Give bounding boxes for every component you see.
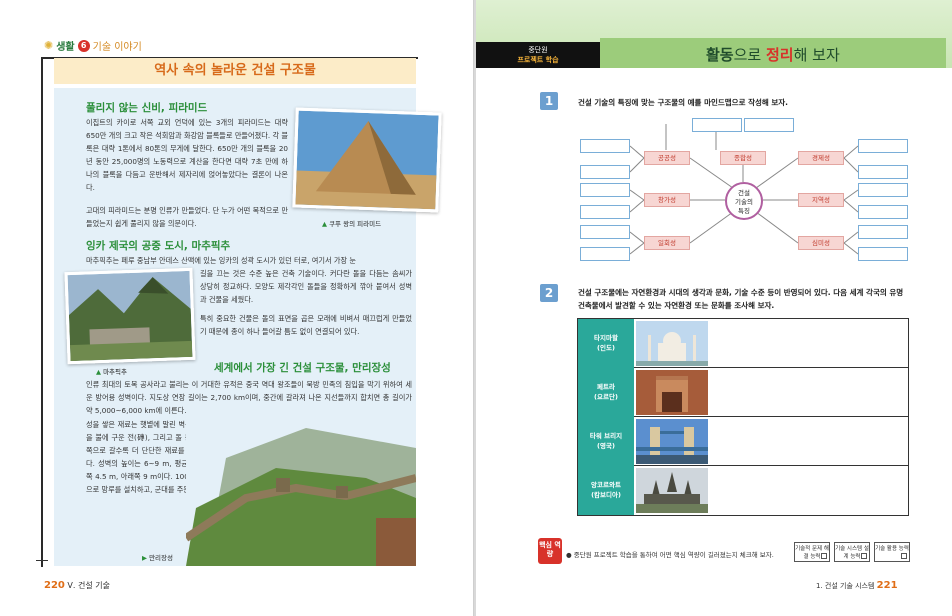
mindmap-blank[interactable] <box>858 183 908 197</box>
node-comprehensive: 종합성 <box>720 151 766 165</box>
sun-icon: ✺ <box>44 39 54 52</box>
node-aesthetic: 심미성 <box>798 236 844 250</box>
left-margin-rule <box>41 57 43 567</box>
mindmap-blank[interactable] <box>858 247 908 261</box>
section-text-wall-1: 인류 최대의 토목 공사라고 불리는 이 거대한 유적은 중국 역대 왕조들이 … <box>86 380 412 415</box>
landmark-label: 타지마할 (인도) <box>578 319 634 368</box>
node-regional: 지역성 <box>798 193 844 207</box>
landmark-label: 페트라 (요르단) <box>578 368 634 417</box>
node-economic: 경제성 <box>798 151 844 165</box>
question-2-text: 건설 구조물에는 자연환경과 시대의 생각과 문화, 기술 수준 등이 반영되어… <box>578 288 904 310</box>
article-title: 역사 속의 놀라운 건설 구조물 <box>54 58 416 84</box>
mindmap-blank[interactable] <box>580 247 630 261</box>
machu-picchu-photo <box>64 267 196 365</box>
right-footer: 1. 건설 기술 시스템 221 <box>816 580 898 591</box>
taj-mahal-photo <box>636 321 708 366</box>
node-creative: 창가성 <box>644 193 690 207</box>
brand-prefix: 생활 <box>56 42 75 53</box>
great-wall-photo <box>186 418 416 566</box>
section-text-machu-1: 마추픽추는 페루 중남부 안데스 산맥에 있는 잉카의 성곽 도시가 있던 터로… <box>86 256 357 265</box>
section-text-machu-2: 길을 끄는 것은 수준 높은 건축 기술이다. 커다란 돌을 다듬는 솜씨가 상… <box>200 269 412 304</box>
footer-chapter-left: Ⅴ. 건설 기술 <box>67 581 110 590</box>
section-title-pyramid: 풀리지 않는 신비, 피라미드 <box>86 102 208 114</box>
checkbox-system-design[interactable]: 기술 시스템 설계 능력 <box>834 542 870 562</box>
petra-photo <box>636 370 708 415</box>
mindmap-blank[interactable] <box>858 165 908 179</box>
checkbox-tech-problem-solving[interactable]: 기술적 문제 해결 능력 <box>794 542 830 562</box>
table-row: 타지마할 (인도) <box>578 319 908 368</box>
right-page: 중단원 프로젝트 학습 활동으로 정리해 보자 1 건설 기술의 특징에 맞는 … <box>476 0 952 616</box>
mindmap-blank[interactable] <box>580 165 630 179</box>
brand-suffix: 기술 이야기 <box>92 42 142 53</box>
great-wall-caption: ▶ 만리장성 <box>142 554 173 562</box>
mindmap-blank[interactable] <box>580 183 630 197</box>
pyramid-caption: ▲ 쿠푸 왕의 피라미드 <box>322 220 382 228</box>
left-page: ✺ 생활 6 기술 이야기 역사 속의 놀라운 건설 구조물 풀리지 않는 신비… <box>0 0 474 616</box>
page-number-left: 220 <box>44 580 65 591</box>
core-competency-text: ● 중단원 프로젝트 학습을 통하여 어떤 핵심 역량이 길러졌는지 체크해 보… <box>566 551 774 559</box>
landmark-label: 타워 브리지 (영국) <box>578 417 634 466</box>
mindmap-blank[interactable] <box>580 225 630 239</box>
textbook-spread: ✺ 생활 6 기술 이야기 역사 속의 놀라운 건설 구조물 풀리지 않는 신비… <box>0 0 952 616</box>
left-footer: 220 Ⅴ. 건설 기술 <box>44 580 110 591</box>
machu-caption: ▲ 마추픽추 <box>96 368 127 376</box>
corner-mark <box>36 560 48 561</box>
section-text-machu-3: 특히 중요한 건물은 돌의 표면을 곱은 모래에 비벼서 매끄럽게 만들었기 때… <box>200 314 412 336</box>
table-row: 앙코르와트 (캄보디아) <box>578 466 908 515</box>
node-public: 공공성 <box>644 151 690 165</box>
landmarks-table: 타지마할 (인도) 페트라 (요르단) 타워 브리지 (영국) 앙코르와트 (캄보디아) <box>577 318 909 516</box>
pyramid-photo <box>292 107 442 213</box>
mindmap-blank[interactable] <box>692 118 742 132</box>
mindmap-blank[interactable] <box>580 205 630 219</box>
table-row: 페트라 (요르단) <box>578 368 908 417</box>
checkbox-tech-use[interactable]: 기술 활용 능력 <box>874 542 910 562</box>
section-title-great-wall: 세계에서 가장 긴 건설 구조물, 만리장성 <box>214 362 391 374</box>
tower-bridge-photo <box>636 419 708 464</box>
footer-chapter-right: 1. 건설 기술 시스템 <box>816 582 875 590</box>
mindmap-blank[interactable] <box>744 118 794 132</box>
section-title-machu-picchu: 잉카 제국의 공중 도시, 마추픽추 <box>86 240 231 252</box>
column-brand: ✺ 생활 6 기술 이야기 <box>44 38 142 53</box>
angkor-wat-photo <box>636 468 708 513</box>
landmark-label: 앙코르와트 (캄보디아) <box>578 466 634 515</box>
brand-number-badge: 6 <box>77 39 90 52</box>
section-text-pyramid: 이집트의 카이로 서쪽 교외 언덕에 있는 3개의 피라미드는 대략 650만 … <box>86 118 288 192</box>
mindmap-blank[interactable] <box>580 139 630 153</box>
question-2-number: 2 <box>540 284 558 302</box>
table-row: 타워 브리지 (영국) <box>578 417 908 466</box>
mindmap-blank[interactable] <box>858 225 908 239</box>
mindmap-blank[interactable] <box>858 205 908 219</box>
mindmap-blank[interactable] <box>858 139 908 153</box>
page-number-right: 221 <box>876 580 898 591</box>
core-competency-badge: 핵심 역량 <box>538 538 562 564</box>
mindmap-center: 건설 기술의 특징 <box>725 182 763 220</box>
section-text-pyramid-2: 고대의 피라미드는 분명 인류가 만들었다. 단 누가 어떤 목적으로 만들었는… <box>86 206 288 228</box>
node-one-time: 일회성 <box>644 236 690 250</box>
